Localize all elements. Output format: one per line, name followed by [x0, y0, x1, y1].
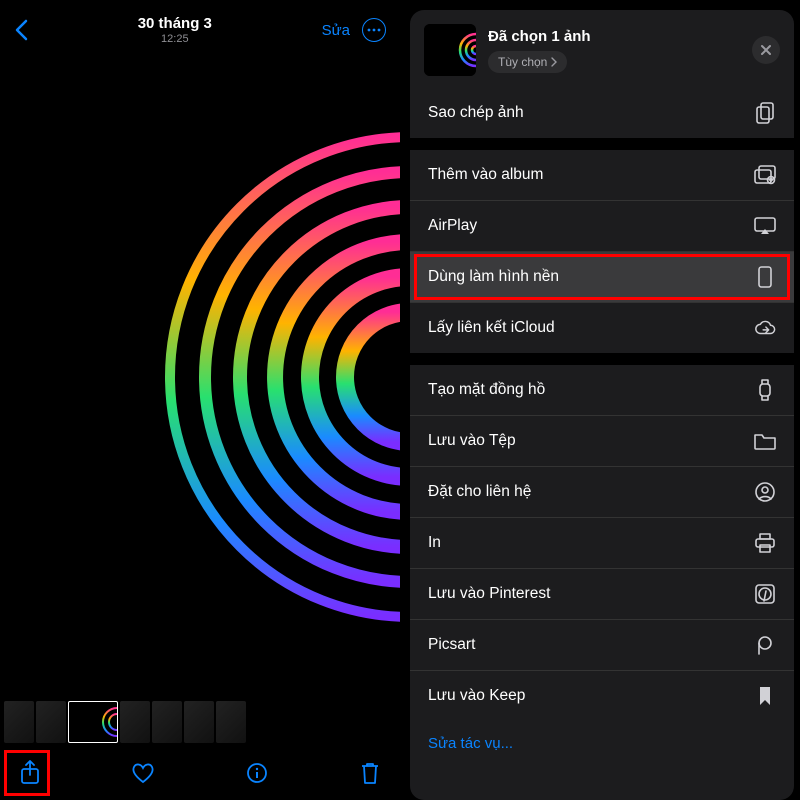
thumbnail[interactable]	[36, 701, 66, 743]
action-label: Lưu vào Tệp	[428, 432, 516, 450]
share-sheet: Đã chọn 1 ảnh Tùy chọn Sao chép ảnh Thêm …	[410, 10, 794, 800]
action-row[interactable]: In	[410, 517, 794, 568]
action-label: Sao chép ảnh	[428, 104, 524, 122]
airplay-icon	[754, 215, 776, 237]
action-label: Tạo mặt đồng hồ	[428, 381, 545, 399]
action-row[interactable]: Lưu vào Tệp	[410, 415, 794, 466]
thumbnail[interactable]	[184, 701, 214, 743]
thumbnail[interactable]	[120, 701, 150, 743]
wallpaper-image	[30, 77, 400, 677]
watch-icon	[754, 379, 776, 401]
action-row[interactable]: Lưu vào Keep	[410, 670, 794, 721]
action-label: Lưu vào Keep	[428, 687, 525, 705]
contact-icon	[754, 481, 776, 503]
share-button[interactable]	[18, 759, 42, 787]
action-row[interactable]: Tạo mặt đồng hồ	[410, 365, 794, 415]
action-label: Picsart	[428, 636, 475, 654]
thumbnail[interactable]	[4, 701, 34, 743]
back-button[interactable]	[14, 19, 28, 41]
print-icon	[754, 532, 776, 554]
action-label: Lấy liên kết iCloud	[428, 319, 555, 337]
action-row[interactable]: Dùng làm hình nền	[410, 251, 794, 302]
more-button[interactable]	[362, 18, 386, 42]
phone-icon	[754, 266, 776, 288]
action-label: Dùng làm hình nền	[428, 268, 559, 286]
edit-actions-button[interactable]: Sửa tác vụ...	[410, 721, 794, 766]
action-row[interactable]: Đặt cho liên hệ	[410, 466, 794, 517]
photo-viewer: 30 tháng 3 12:25 Sửa	[0, 0, 400, 800]
close-icon	[760, 44, 772, 56]
folder-icon	[754, 430, 776, 452]
thumbnail-strip[interactable]	[0, 698, 400, 746]
action-row[interactable]: Thêm vào album	[410, 150, 794, 200]
options-label: Tùy chọn	[498, 55, 547, 69]
share-sheet-panel: Đã chọn 1 ảnh Tùy chọn Sao chép ảnh Thêm …	[400, 0, 800, 800]
chevron-right-icon	[551, 57, 557, 67]
action-row[interactable]: Picsart	[410, 619, 794, 670]
cloud-icon	[754, 317, 776, 339]
preview-thumbnail	[424, 24, 476, 76]
action-row[interactable]: AirPlay	[410, 200, 794, 251]
sheet-title: Đã chọn 1 ảnh	[488, 28, 740, 45]
action-group: Tạo mặt đồng hồ Lưu vào Tệp Đặt cho liên h…	[410, 353, 794, 721]
top-right-controls: Sửa	[322, 18, 386, 42]
action-row[interactable]: Lưu vào Pinterest	[410, 568, 794, 619]
title-area: 30 tháng 3 12:25	[28, 15, 322, 45]
pinterest-icon	[754, 583, 776, 605]
picsart-icon	[754, 634, 776, 656]
favorite-button[interactable]	[131, 759, 155, 787]
action-label: Đặt cho liên hệ	[428, 483, 531, 501]
thumbnail-selected[interactable]	[68, 701, 118, 743]
photo-date: 30 tháng 3	[28, 15, 322, 32]
action-row[interactable]: Lấy liên kết iCloud	[410, 302, 794, 353]
bookmark-icon	[754, 685, 776, 707]
photo-time: 12:25	[28, 33, 322, 45]
options-button[interactable]: Tùy chọn	[488, 51, 567, 73]
action-label: In	[428, 534, 441, 552]
top-bar: 30 tháng 3 12:25 Sửa	[0, 0, 400, 56]
action-label: Lưu vào Pinterest	[428, 585, 550, 603]
sheet-header-text: Đã chọn 1 ảnh Tùy chọn	[488, 28, 740, 73]
album-icon	[754, 164, 776, 186]
close-button[interactable]	[752, 36, 780, 64]
delete-button[interactable]	[358, 759, 382, 787]
sheet-actions-list[interactable]: Sao chép ảnh Thêm vào album AirPlay Dùng là…	[410, 88, 794, 800]
action-group: Thêm vào album AirPlay Dùng làm hình nền Lấ…	[410, 138, 794, 353]
photo-canvas[interactable]	[0, 56, 400, 698]
thumbnail[interactable]	[216, 701, 246, 743]
sheet-header: Đã chọn 1 ảnh Tùy chọn	[410, 10, 794, 88]
bottom-toolbar	[0, 746, 400, 800]
edit-button[interactable]: Sửa	[322, 22, 350, 39]
thumbnail[interactable]	[152, 701, 182, 743]
action-row[interactable]: Sao chép ảnh	[410, 88, 794, 138]
info-button[interactable]	[245, 759, 269, 787]
action-label: AirPlay	[428, 217, 477, 235]
copy-icon	[754, 102, 776, 124]
action-group: Sao chép ảnh	[410, 88, 794, 138]
action-label: Thêm vào album	[428, 166, 543, 184]
